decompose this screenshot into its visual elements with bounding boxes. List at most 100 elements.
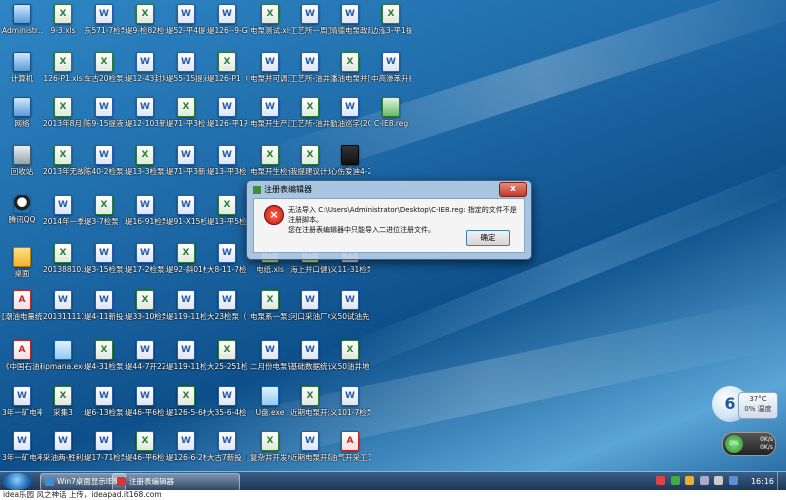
desktop-icon[interactable]: 电泵并可调油嘴现场… xyxy=(250,52,290,92)
start-button[interactable] xyxy=(2,473,32,490)
desktop-icon[interactable]: 堤91-X15检泵（2014.… xyxy=(166,195,206,235)
ok-button[interactable]: 确定 xyxy=(466,230,510,246)
desktop-icon[interactable]: 大8-11-7检泵（2013.… xyxy=(207,243,247,283)
volume-icon[interactable] xyxy=(714,476,724,485)
desktop-icon[interactable]: 勤油巡字(2012)37… xyxy=(330,97,370,137)
desktop-icon[interactable]: 堤12-43封堵隔层检泵2… xyxy=(125,52,165,92)
desktop-icon[interactable]: 近期电泵开汇总.xls xyxy=(290,386,330,426)
desktop-icon[interactable]: 堤13-3检泵（2014.0… xyxy=(125,145,165,185)
desktop-icon[interactable]: 复杂井开发电泵并组票… xyxy=(250,431,290,471)
desktop-icon[interactable]: 车古20检泵（2013.… xyxy=(84,52,124,92)
desktop-icon[interactable]: 工艺所-油井套压自动… xyxy=(290,97,330,137)
desktop-icon[interactable]: 采油两-胜利油田采油… xyxy=(43,431,83,471)
desktop-icon[interactable]: 计算机 xyxy=(2,52,42,92)
desktop-icon[interactable]: 堤126-平1开电系科计划… xyxy=(207,97,247,137)
desktop-icon[interactable]: 堤119-11检泵（2014.… xyxy=(166,290,206,330)
desktop-icon[interactable]: 电泵开生产测试配套统… xyxy=(250,97,290,137)
desktop-icon[interactable]: 采集3 xyxy=(43,386,83,426)
desktop-icon[interactable]: 桌面 xyxy=(2,243,42,283)
desktop-icon[interactable]: 心伤爱迪4-2 xyxy=(330,145,370,185)
close-button[interactable]: x xyxy=(499,182,527,197)
desktop-icon[interactable]: 堤126-5-6检修置防砂检… xyxy=(166,386,206,426)
dialog-title-bar[interactable]: 注册表编辑器 xyxy=(253,183,312,197)
desktop-icon[interactable]: 陈40-2检泵（2014.0… xyxy=(84,145,124,185)
weather-gadget[interactable]: 6 37°C 0% 温度 xyxy=(712,386,778,422)
desktop-icon[interactable]: 晴德电泵政建御物表型… xyxy=(330,4,370,44)
desktop-icon[interactable]: 堤3-15检泵（2013.2… xyxy=(84,243,124,283)
desktop-icon[interactable]: 堤46-平6检泵（2014.0… xyxy=(125,386,165,426)
flag-icon[interactable] xyxy=(729,476,738,485)
desktop-icon[interactable]: 工艺所-油井套压自动… xyxy=(290,52,330,92)
clock[interactable]: 16:16 xyxy=(751,472,774,491)
desktop-icon[interactable]: 2013年8月电影与运行状… xyxy=(43,97,83,137)
desktop-icon[interactable]: 大35-6-4检泵（2014… xyxy=(207,386,247,426)
desktop-icon[interactable]: 堤17-2检泵（2013.0… xyxy=(125,243,165,283)
desktop-icon[interactable]: 堤71-平3新投（2014.0… xyxy=(166,145,206,185)
desktop-icon[interactable]: 陈9-15提液（2014.1.14… xyxy=(84,97,124,137)
desktop-icon[interactable]: C-IE8.reg xyxy=(371,97,411,137)
desktop-icon[interactable]: 堤13-平3检泵（2013.… xyxy=(207,145,247,185)
desktop-icon[interactable]: 边泓3-平1提液（2013… xyxy=(371,4,411,44)
desktop-icon[interactable]: 东571-7检泵设计2013… xyxy=(84,4,124,44)
desktop-icon[interactable]: 电泵测试.xls xyxy=(250,4,290,44)
desktop-icon[interactable]: 2014年一季度电系统… xyxy=(43,195,83,235)
network-meter-gadget[interactable]: 0% 0K/s 0K/s xyxy=(722,432,776,456)
desktop-icon[interactable]: 油气开采工艺维护手册.pdf xyxy=(330,431,370,471)
desktop-icon[interactable]: 堤46-平6检泵设计（2014… xyxy=(125,431,165,471)
desktop-icon[interactable]: [潮油电量统计术服务手… xyxy=(2,290,42,330)
desktop-icon[interactable]: 潘油电泵并压变频检… xyxy=(330,52,370,92)
desktop-icon[interactable]: 义50油井地质设计.XLS xyxy=(330,340,370,380)
desktop-icon[interactable]: 堤92-斜01检泵（2013.… xyxy=(166,243,206,283)
desktop-icon[interactable]: 大23检泵（2013.04.… xyxy=(207,290,247,330)
desktop-icon[interactable]: 回收站 xyxy=(2,145,42,185)
desktop-icon[interactable]: 堤52-平4提液（2013.… xyxy=(166,4,206,44)
tray-app-icon[interactable] xyxy=(670,476,680,485)
tray-app-icon[interactable] xyxy=(656,476,666,485)
desktop-icon[interactable]: 基础数据统计调查(201… xyxy=(290,340,330,380)
desktop-icon[interactable]: 堤16-91检泵（2014.02… xyxy=(125,195,165,235)
desktop-icon[interactable]: 堤3-7检泵（2013.8.10… xyxy=(84,195,124,235)
show-desktop-button[interactable] xyxy=(777,472,786,491)
desktop-icon[interactable]: 腾讯QQ xyxy=(2,195,42,235)
desktop-icon[interactable]: 大古7新投（14.02.23… xyxy=(207,431,247,471)
desktop-icon[interactable]: 河口采油厂电泵整理… xyxy=(290,290,330,330)
desktop-icon[interactable]: 201311111… xyxy=(43,290,83,330)
desktop-icon[interactable]: 堤71-平3检泵（2013.… xyxy=(166,97,206,137)
network-icon[interactable] xyxy=(699,476,709,485)
desktop-icon[interactable]: 2013年无故推路开.xls xyxy=(43,145,83,185)
desktop-icon[interactable]: 堤55-15提液（2014.1.9… xyxy=(166,52,206,92)
desktop-icon[interactable]: U盘.exe xyxy=(250,386,290,426)
desktop-icon[interactable]: 堤33-10检泵（2014.02… xyxy=(125,290,165,330)
desktop-icon[interactable]: 义101-7检泵（2013.… xyxy=(330,386,370,426)
desktop-icon[interactable]: 近期电泵开躺并分析… xyxy=(290,431,330,471)
desktop-icon[interactable]: 中高渗苯升技术调研… xyxy=(371,52,411,92)
desktop-icon[interactable]: 工艺所一周工作小结… xyxy=(290,4,330,44)
desktop-icon[interactable]: 堤9-检82检泵（2013.… xyxy=(125,4,165,44)
desktop-icon[interactable]: 义50试油先下保生产… xyxy=(330,290,370,330)
desktop-icon[interactable]: 20138810… xyxy=(43,243,83,283)
desktop-icon[interactable]: Administr… xyxy=(2,4,42,44)
desktop-icon[interactable]: 电泵开生检合成.xls xyxy=(250,145,290,185)
desktop-icon[interactable]: 3年一矿电率并组票汇… xyxy=(2,431,42,471)
desktop-icon[interactable]: 堤126--9-G7提液（2013… xyxy=(207,4,247,44)
desktop-icon[interactable]: 堤6-13检泵（2013.… xyxy=(84,386,124,426)
desktop-icon[interactable]: 二月份电泵管理统计… xyxy=(250,340,290,380)
desktop-icon[interactable]: 堤44-7开22措施（2014.6.d… xyxy=(125,340,165,380)
desktop-icon[interactable]: 126-P1.xls xyxy=(43,52,83,92)
desktop-icon[interactable]: 堤13-平5检泵（2014.0… xyxy=(207,195,247,235)
desktop-icon[interactable]: 我提建议计划.xls xyxy=(290,145,330,185)
taskbar-button-regedit[interactable]: 注册表编辑器 xyxy=(112,473,240,491)
desktop-icon[interactable]: 堤4-31检泵（2010.0… xyxy=(84,340,124,380)
desktop-icon[interactable]: 堤17-71检泵（2013.… xyxy=(84,431,124,471)
tray-app-icon[interactable] xyxy=(685,476,695,485)
desktop-icon[interactable]: 电泵系一泵多控系统… xyxy=(250,290,290,330)
desktop-icon[interactable]: 《中国石油和化工行… xyxy=(2,340,42,380)
desktop-icon[interactable]: ipmana.exe xyxy=(43,340,83,380)
desktop-icon[interactable]: 堤12-103新投（2013.… xyxy=(125,97,165,137)
desktop-icon[interactable]: 大25-251检泵（2014… xyxy=(207,340,247,380)
desktop-icon[interactable]: 堤126-6-2检泵（2014.… xyxy=(166,431,206,471)
desktop-icon[interactable]: 堤126-P1（2014.03.2… xyxy=(207,52,247,92)
desktop-icon[interactable]: 堤119-11检测（2013.… xyxy=(166,340,206,380)
desktop-icon[interactable]: 9-3.xls xyxy=(43,4,83,44)
desktop-icon[interactable]: 堤4-11新投（2014.01… xyxy=(84,290,124,330)
